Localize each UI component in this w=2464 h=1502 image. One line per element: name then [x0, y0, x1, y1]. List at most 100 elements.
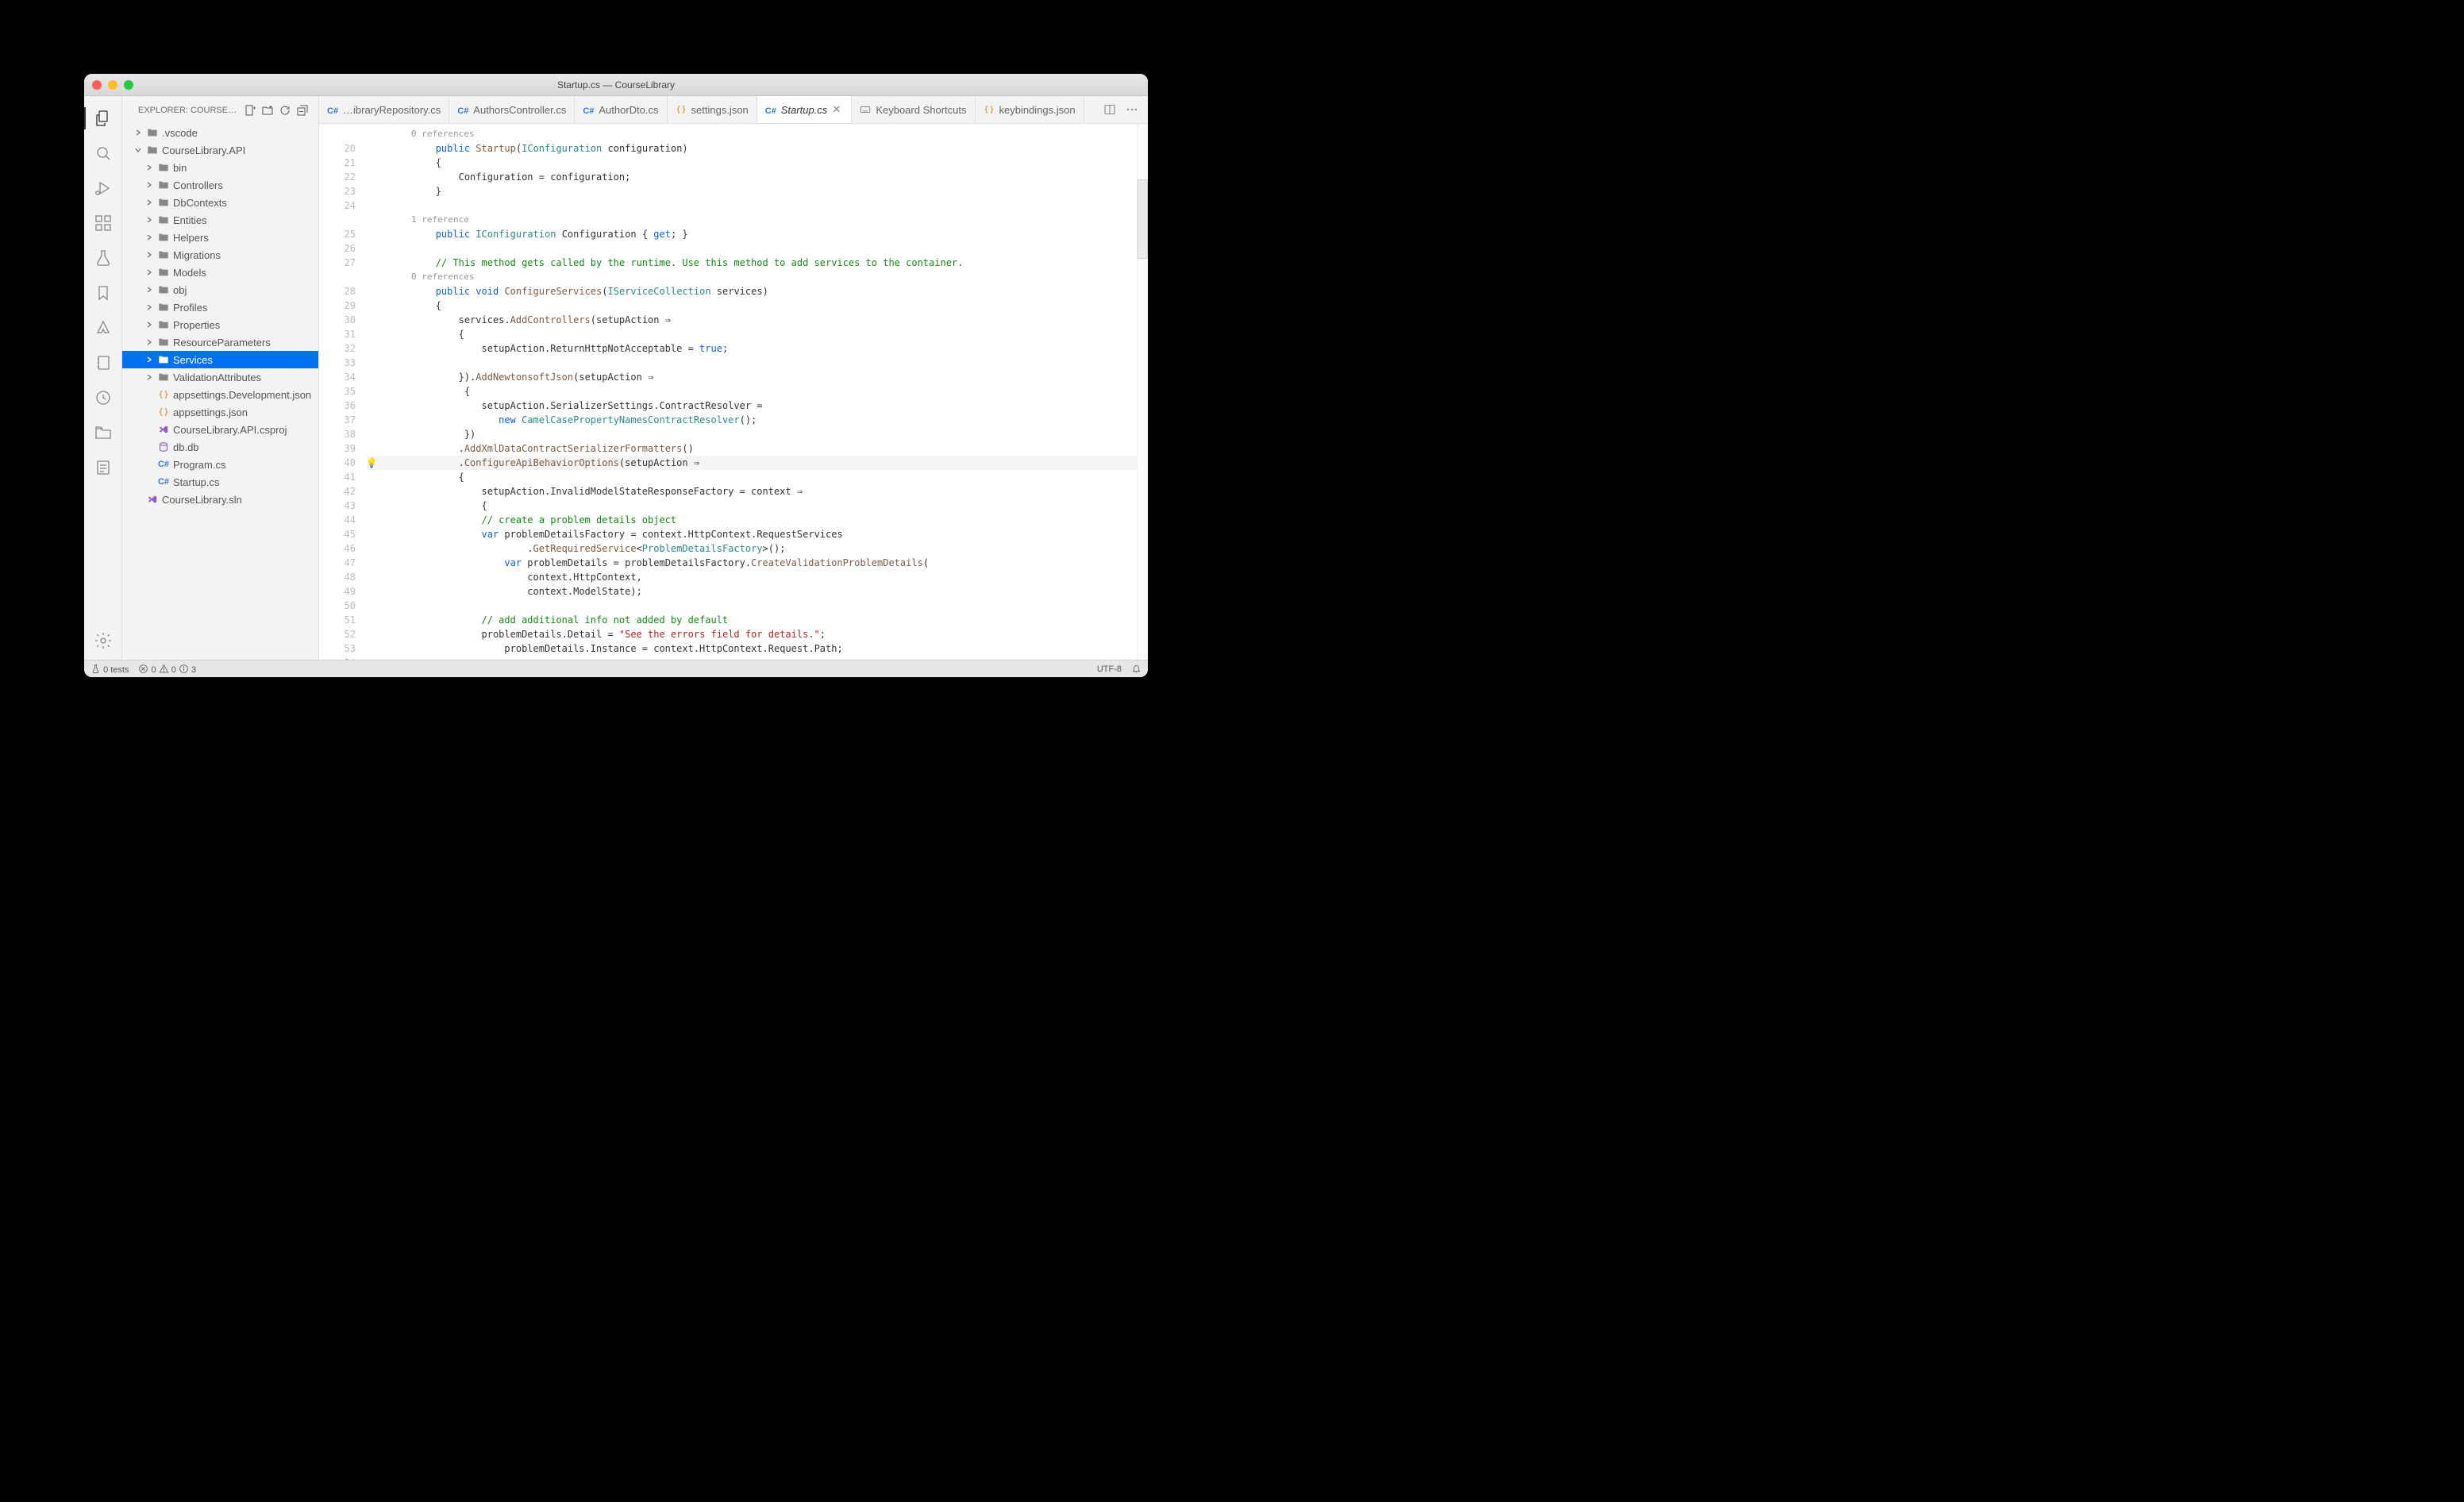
- editor-tab[interactable]: C#Startup.cs✕: [757, 96, 853, 123]
- editor-tab[interactable]: C#…ibraryRepository.cs: [319, 96, 449, 123]
- code-editor[interactable]: 2021222324252627282930313233343536373839…: [319, 124, 1148, 660]
- notebook-activity[interactable]: [84, 347, 122, 379]
- settings-activity[interactable]: [84, 628, 122, 660]
- file-item[interactable]: C#Program.cs: [122, 456, 318, 473]
- docs-activity[interactable]: [84, 452, 122, 483]
- folder-item[interactable]: Helpers: [122, 229, 318, 246]
- minimap-viewport[interactable]: [1138, 179, 1148, 259]
- azure-activity[interactable]: [84, 312, 122, 344]
- bookmarks-activity[interactable]: [84, 277, 122, 309]
- code-line[interactable]: {: [367, 499, 1137, 513]
- search-activity[interactable]: [84, 137, 122, 169]
- code-line[interactable]: [367, 241, 1137, 256]
- code-line[interactable]: {: [367, 384, 1137, 399]
- split-editor-icon[interactable]: [1103, 103, 1116, 116]
- encoding-status[interactable]: UTF-8: [1097, 664, 1122, 674]
- folder-item[interactable]: .vscode: [122, 124, 318, 141]
- code-line[interactable]: var problemDetailsFactory = context.Http…: [367, 527, 1137, 541]
- code-line[interactable]: new CamelCasePropertyNamesContractResolv…: [367, 413, 1137, 427]
- close-tab-icon[interactable]: ✕: [832, 103, 843, 116]
- code-line[interactable]: {: [367, 470, 1137, 484]
- code-line[interactable]: [367, 599, 1137, 613]
- file-item[interactable]: CourseLibrary.sln: [122, 491, 318, 508]
- code-line[interactable]: {: [367, 156, 1137, 170]
- folder-item[interactable]: ResourceParameters: [122, 333, 318, 351]
- folder-item[interactable]: Entities: [122, 211, 318, 229]
- chevron-icon: [133, 128, 143, 137]
- file-item[interactable]: appsettings.json: [122, 403, 318, 421]
- json-icon: [157, 406, 170, 418]
- file-item[interactable]: appsettings.Development.json: [122, 386, 318, 403]
- code-line[interactable]: // This method gets called by the runtim…: [367, 256, 1137, 270]
- folder-item[interactable]: Profiles: [122, 298, 318, 316]
- status-bar: 0 tests 0 0 3 UTF-8: [84, 660, 1148, 677]
- extensions-activity[interactable]: [84, 207, 122, 239]
- folder-item[interactable]: Services: [122, 351, 318, 368]
- code-line[interactable]: var problemDetails = problemDetailsFacto…: [367, 556, 1137, 570]
- code-line[interactable]: .ConfigureApiBehaviorOptions(setupAction…: [367, 456, 1137, 470]
- file-item[interactable]: CourseLibrary.API.csproj: [122, 421, 318, 438]
- problems-status[interactable]: 0 0 3: [138, 664, 196, 675]
- code-line[interactable]: public Startup(IConfiguration configurat…: [367, 141, 1137, 156]
- code-line[interactable]: [367, 356, 1137, 370]
- code-line[interactable]: context.ModelState);: [367, 584, 1137, 599]
- folder-item[interactable]: Controllers: [122, 176, 318, 194]
- tests-status[interactable]: 0 tests: [90, 664, 129, 675]
- code-line[interactable]: public void ConfigureServices(IServiceCo…: [367, 284, 1137, 298]
- code-line[interactable]: setupAction.InvalidModelStateResponseFac…: [367, 484, 1137, 499]
- code-line[interactable]: Configuration = configuration;: [367, 170, 1137, 184]
- explorer-activity[interactable]: [84, 102, 122, 134]
- code-line[interactable]: .AddXmlDataContractSerializerFormatters(…: [367, 441, 1137, 456]
- folder-item[interactable]: ValidationAttributes: [122, 368, 318, 386]
- folder-item[interactable]: bin: [122, 159, 318, 176]
- code-line[interactable]: problemDetails.Instance = context.HttpCo…: [367, 641, 1137, 656]
- code-content[interactable]: 0 references public Startup(IConfigurati…: [367, 124, 1137, 660]
- code-line[interactable]: {: [367, 298, 1137, 313]
- new-file-icon[interactable]: [244, 104, 256, 117]
- folder-item[interactable]: Properties: [122, 316, 318, 333]
- codelens[interactable]: 0 references: [367, 127, 1137, 141]
- code-line[interactable]: [367, 656, 1137, 660]
- editor-tab[interactable]: settings.json: [668, 96, 757, 123]
- file-item[interactable]: C#Startup.cs: [122, 473, 318, 491]
- bell-icon[interactable]: [1131, 664, 1142, 674]
- code-line[interactable]: context.HttpContext,: [367, 570, 1137, 584]
- more-icon[interactable]: [1126, 103, 1138, 116]
- code-line[interactable]: services.AddControllers(setupAction ⇒: [367, 313, 1137, 327]
- collapse-all-icon[interactable]: [296, 104, 309, 117]
- codelens[interactable]: 0 references: [367, 270, 1137, 284]
- code-line[interactable]: // add additional info not added by defa…: [367, 613, 1137, 627]
- code-line[interactable]: public IConfiguration Configuration { ge…: [367, 227, 1137, 241]
- code-line[interactable]: }).AddNewtonsoftJson(setupAction ⇒: [367, 370, 1137, 384]
- project-activity[interactable]: [84, 417, 122, 449]
- code-line[interactable]: [367, 198, 1137, 213]
- code-line[interactable]: }): [367, 427, 1137, 441]
- editor-tab[interactable]: C#AuthorDto.cs: [575, 96, 667, 123]
- code-line[interactable]: {: [367, 327, 1137, 341]
- minimap[interactable]: [1137, 124, 1148, 660]
- new-folder-icon[interactable]: [261, 104, 274, 117]
- debug-activity[interactable]: [84, 172, 122, 204]
- code-line[interactable]: .GetRequiredService<ProblemDetailsFactor…: [367, 541, 1137, 556]
- file-tree[interactable]: .vscodeCourseLibrary.APIbinControllersDb…: [122, 124, 318, 660]
- editor-tab[interactable]: keybindings.json: [976, 96, 1084, 123]
- folder-item[interactable]: DbContexts: [122, 194, 318, 211]
- code-line[interactable]: setupAction.ReturnHttpNotAcceptable = tr…: [367, 341, 1137, 356]
- code-line[interactable]: setupAction.SerializerSettings.ContractR…: [367, 399, 1137, 413]
- refresh-icon[interactable]: [279, 104, 291, 117]
- file-item[interactable]: db.db: [122, 438, 318, 456]
- editor-tab[interactable]: Keyboard Shortcuts: [852, 96, 975, 123]
- lightbulb-icon[interactable]: 💡: [365, 456, 378, 470]
- folder-item[interactable]: Migrations: [122, 246, 318, 264]
- code-line[interactable]: // create a problem details object: [367, 513, 1137, 527]
- editor-tab[interactable]: C#AuthorsController.cs: [449, 96, 575, 123]
- folder-item[interactable]: obj: [122, 281, 318, 298]
- testing-activity[interactable]: [84, 242, 122, 274]
- code-line[interactable]: }: [367, 184, 1137, 198]
- timeline-activity[interactable]: [84, 382, 122, 414]
- folder-item[interactable]: Models: [122, 264, 318, 281]
- code-line[interactable]: problemDetails.Detail = "See the errors …: [367, 627, 1137, 641]
- codelens[interactable]: 1 reference: [367, 213, 1137, 227]
- folder-item[interactable]: CourseLibrary.API: [122, 141, 318, 159]
- chevron-icon: [144, 390, 154, 399]
